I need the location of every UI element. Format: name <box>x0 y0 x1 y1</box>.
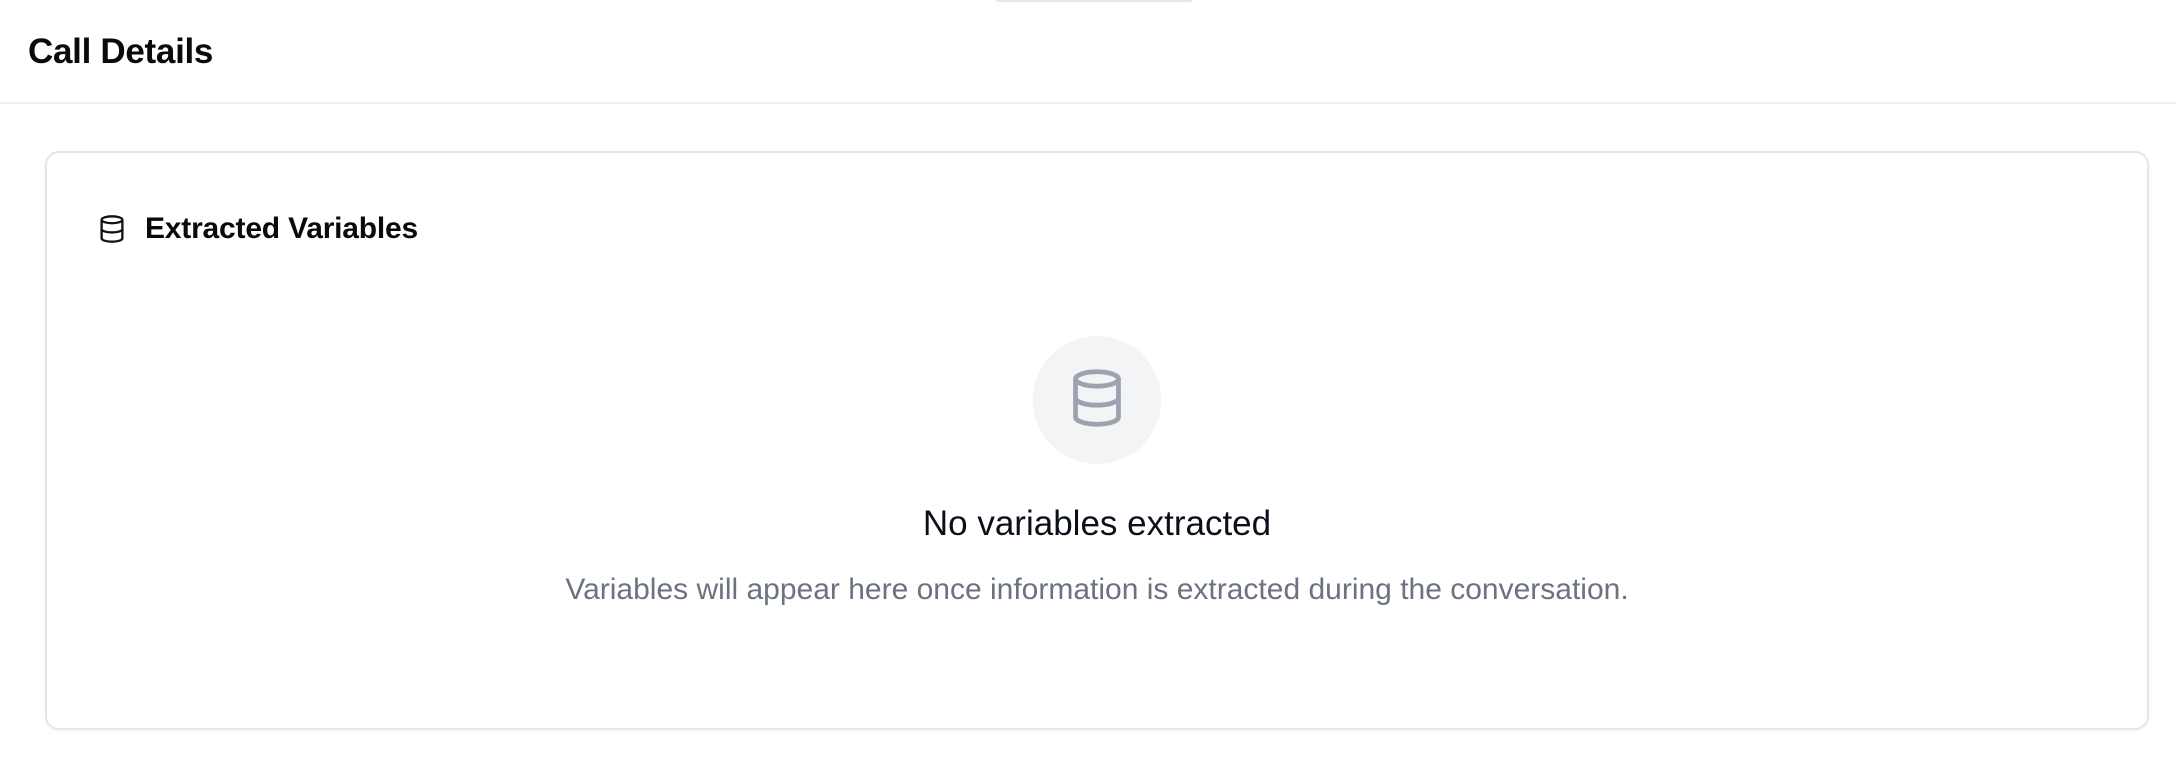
page-title: Call Details <box>28 32 214 71</box>
empty-state: No variables extracted Variables will ap… <box>47 336 2147 610</box>
page-header: Call Details <box>0 0 2176 104</box>
empty-state-icon-container <box>1033 336 1161 464</box>
extracted-variables-card: Extracted Variables No variables extract… <box>45 151 2149 730</box>
empty-state-title: No variables extracted <box>922 504 1272 543</box>
empty-state-description: Variables will appear here once informat… <box>565 573 1629 606</box>
database-icon <box>97 214 127 244</box>
database-icon <box>1068 367 1126 434</box>
card-header: Extracted Variables <box>97 209 418 249</box>
card-title: Extracted Variables <box>145 212 419 245</box>
